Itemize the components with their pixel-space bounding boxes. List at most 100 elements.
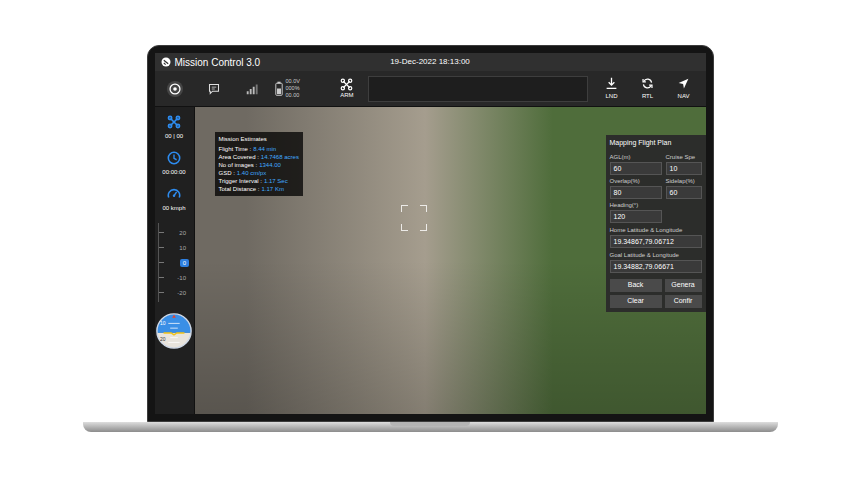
attitude-icon <box>155 312 193 350</box>
altitude-ladder: 20 10 0 -10 -20 <box>158 223 190 302</box>
action-button[interactable]: NAV <box>666 77 702 100</box>
field-label: Heading(°) <box>610 201 662 209</box>
map-view[interactable]: Mission EstimatesFlight Time :8.44 minAr… <box>195 107 706 414</box>
drone-icon <box>340 78 353 91</box>
plan-field: Heading(°)120 <box>610 201 662 223</box>
battery-reading: 000% <box>286 85 300 92</box>
estimate-label: Total Distance : <box>219 185 260 193</box>
plan-button[interactable]: Genera <box>665 279 702 292</box>
field-input[interactable]: 60 <box>610 162 662 175</box>
page: Mission Control 3.0 19-Dec-2022 18:13:00… <box>0 0 860 432</box>
telemetry-sidebar: 00 | 00 00:00:00 00 kmph 20 10 0 -10 -20 <box>155 107 195 414</box>
app-brand: Mission Control 3.0 <box>161 55 341 70</box>
field-input[interactable]: 80 <box>610 186 662 199</box>
plan-field: AGL(m)60 <box>610 153 662 175</box>
toolbar: 00.0V000%00.00 ARM LND RTL NAV <box>155 71 706 107</box>
status-box <box>368 76 588 102</box>
estimate-row: Total Distance :1.17 Km <box>219 185 299 193</box>
drone-stat: 00 | 00 <box>165 115 183 141</box>
tick-mark <box>159 247 164 248</box>
home-button[interactable] <box>155 80 195 98</box>
signal-indicator <box>233 83 271 95</box>
app-window: Mission Control 3.0 19-Dec-2022 18:13:00… <box>155 53 706 414</box>
plan-field: Overlap(%)80 <box>610 177 662 199</box>
workspace: 00 | 00 00:00:00 00 kmph 20 10 0 -10 -20 <box>155 107 706 414</box>
estimate-row: No of images :1344.00 <box>219 161 299 169</box>
plan-button[interactable]: Back <box>610 279 662 292</box>
flight-timer: 00:00:00 <box>162 168 185 177</box>
action-list: LND RTL NAV <box>594 77 706 100</box>
title-bar: Mission Control 3.0 19-Dec-2022 18:13:00 <box>155 53 706 71</box>
estimate-value: 1.17 Km <box>262 185 284 193</box>
estimate-value: 14.7468 acres <box>261 153 299 161</box>
attitude-tick: 10 <box>160 321 166 326</box>
field-input[interactable]: 19.34882,79.06671 <box>610 260 702 273</box>
altitude-row: 0 <box>159 255 190 270</box>
plan-button[interactable]: Confir <box>665 295 702 308</box>
battery-indicator: 00.0V000%00.00 <box>271 78 304 99</box>
logo-icon <box>161 57 171 67</box>
field-input[interactable]: 60 <box>666 186 702 199</box>
battery-icon <box>275 81 283 96</box>
action-label: NAV <box>678 92 690 100</box>
estimate-label: No of images : <box>219 161 258 169</box>
action-button[interactable]: RTL <box>630 77 666 100</box>
tick-mark <box>159 232 164 233</box>
signal-icon <box>246 83 258 95</box>
arm-button[interactable]: ARM <box>332 78 362 99</box>
field-label: Home Latitude & Longitude <box>610 226 702 234</box>
action-button[interactable]: LND <box>594 77 630 100</box>
action-label: LND <box>605 92 617 100</box>
estimate-label: GSD : <box>219 169 235 177</box>
estimate-value: 1344.00 <box>259 161 281 169</box>
altitude-label: 0 <box>180 259 189 267</box>
app-title: Mission Control 3.0 <box>175 55 261 70</box>
speedometer-icon <box>167 187 181 201</box>
estimate-row: GSD :1.40 cm/px <box>219 169 299 177</box>
speed-stat: 00 kmph <box>162 187 185 213</box>
attitude-tick: 20 <box>160 337 166 342</box>
estimate-row: Area Covered :14.7468 acres <box>219 153 299 161</box>
altitude-label: -20 <box>174 289 189 297</box>
field-label: Cruise Spe <box>666 153 702 161</box>
return-icon <box>641 77 654 90</box>
action-label: RTL <box>642 92 653 100</box>
estimate-label: Area Covered : <box>219 153 259 161</box>
focus-bracket <box>401 205 427 231</box>
field-grid: AGL(m)60Cruise Spe10Overlap(%)80Sidelap(… <box>610 153 702 223</box>
datetime: 19-Dec-2022 18:13:00 <box>340 56 520 68</box>
bracket-corner <box>401 224 408 231</box>
plan-button[interactable]: Clear <box>610 295 662 308</box>
messages-button[interactable] <box>195 83 233 95</box>
target-icon <box>166 80 184 98</box>
estimate-row: Flight Time :8.44 min <box>219 145 299 153</box>
altitude-row: 20 <box>159 225 190 240</box>
estimate-row: Trigger Interval :1.17 Sec <box>219 177 299 185</box>
tick-mark <box>159 277 164 278</box>
battery-reading: 00.00 <box>286 92 300 99</box>
field-input[interactable]: 10 <box>666 162 702 175</box>
estimate-value: 8.44 min <box>253 145 276 153</box>
battery-readings: 00.0V000%00.00 <box>286 78 300 99</box>
message-icon <box>208 83 220 95</box>
altitude-label: -10 <box>174 274 189 282</box>
button-grid: BackGeneraClearConfir <box>610 276 702 308</box>
laptop-notch <box>390 422 470 426</box>
drone-icon <box>167 115 181 129</box>
navigate-icon <box>677 77 690 90</box>
panel-title: Mapping Flight Plan <box>610 138 702 150</box>
attitude-indicator: 10 20 <box>155 312 193 350</box>
coordinate-field: Home Latitude & Longitude19.34867,79.067… <box>610 226 702 248</box>
altitude-label: 10 <box>176 244 189 252</box>
laptop-base <box>83 422 778 432</box>
altitude-row: -10 <box>159 270 190 285</box>
laptop-screen: Mission Control 3.0 19-Dec-2022 18:13:00… <box>147 45 714 422</box>
field-label: Goal Latitude & Longitude <box>610 251 702 259</box>
field-input[interactable]: 19.34867,79.06712 <box>610 235 702 248</box>
speed-reading: 00 kmph <box>162 204 185 213</box>
field-input[interactable]: 120 <box>610 210 662 223</box>
estimate-value: 1.40 cm/px <box>237 169 266 177</box>
estimate-label: Flight Time : <box>219 145 252 153</box>
bracket-corner <box>401 205 408 212</box>
mission-estimates: Mission EstimatesFlight Time :8.44 minAr… <box>215 132 303 196</box>
